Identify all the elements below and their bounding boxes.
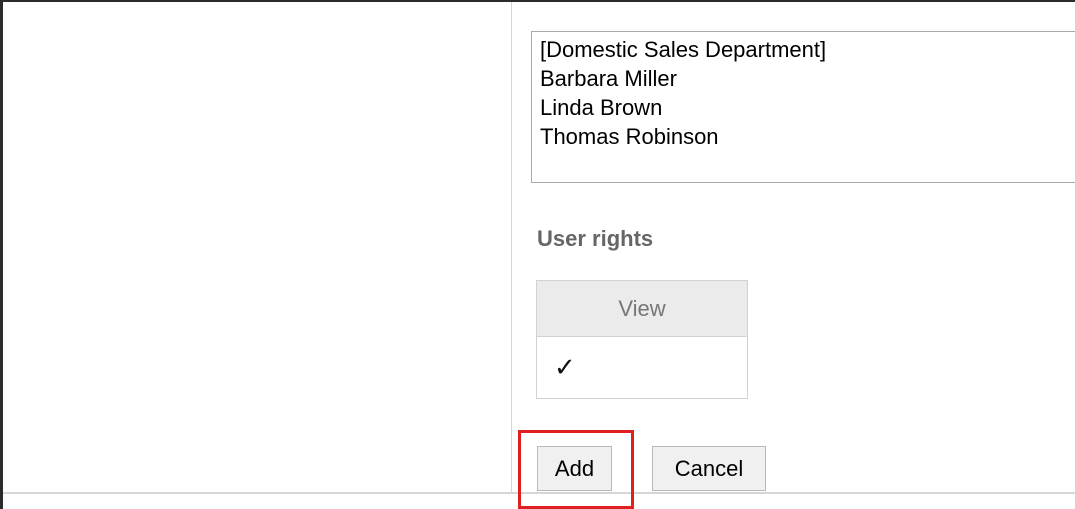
list-item[interactable]: Thomas Robinson — [540, 122, 1075, 151]
user-rights-table: View ✓ — [536, 280, 748, 399]
table-row: ✓ — [536, 336, 748, 399]
left-border — [0, 0, 3, 509]
selected-members-list[interactable]: [Domestic Sales Department] Barbara Mill… — [531, 31, 1075, 183]
user-rights-heading: User rights — [537, 226, 654, 251]
top-border — [0, 0, 1075, 2]
list-item[interactable]: Barbara Miller — [540, 64, 1075, 93]
checkmark-icon: ✓ — [554, 352, 576, 382]
cancel-button[interactable]: Cancel — [652, 446, 766, 491]
view-column-header: View — [536, 280, 748, 337]
list-item[interactable]: [Domestic Sales Department] — [540, 35, 1075, 64]
column-divider — [511, 2, 512, 493]
user-rights-form: [Domestic Sales Department] Barbara Mill… — [0, 0, 1075, 509]
view-permission-cell[interactable]: ✓ — [536, 336, 748, 399]
add-button[interactable]: Add — [537, 446, 612, 491]
list-item[interactable]: Linda Brown — [540, 93, 1075, 122]
